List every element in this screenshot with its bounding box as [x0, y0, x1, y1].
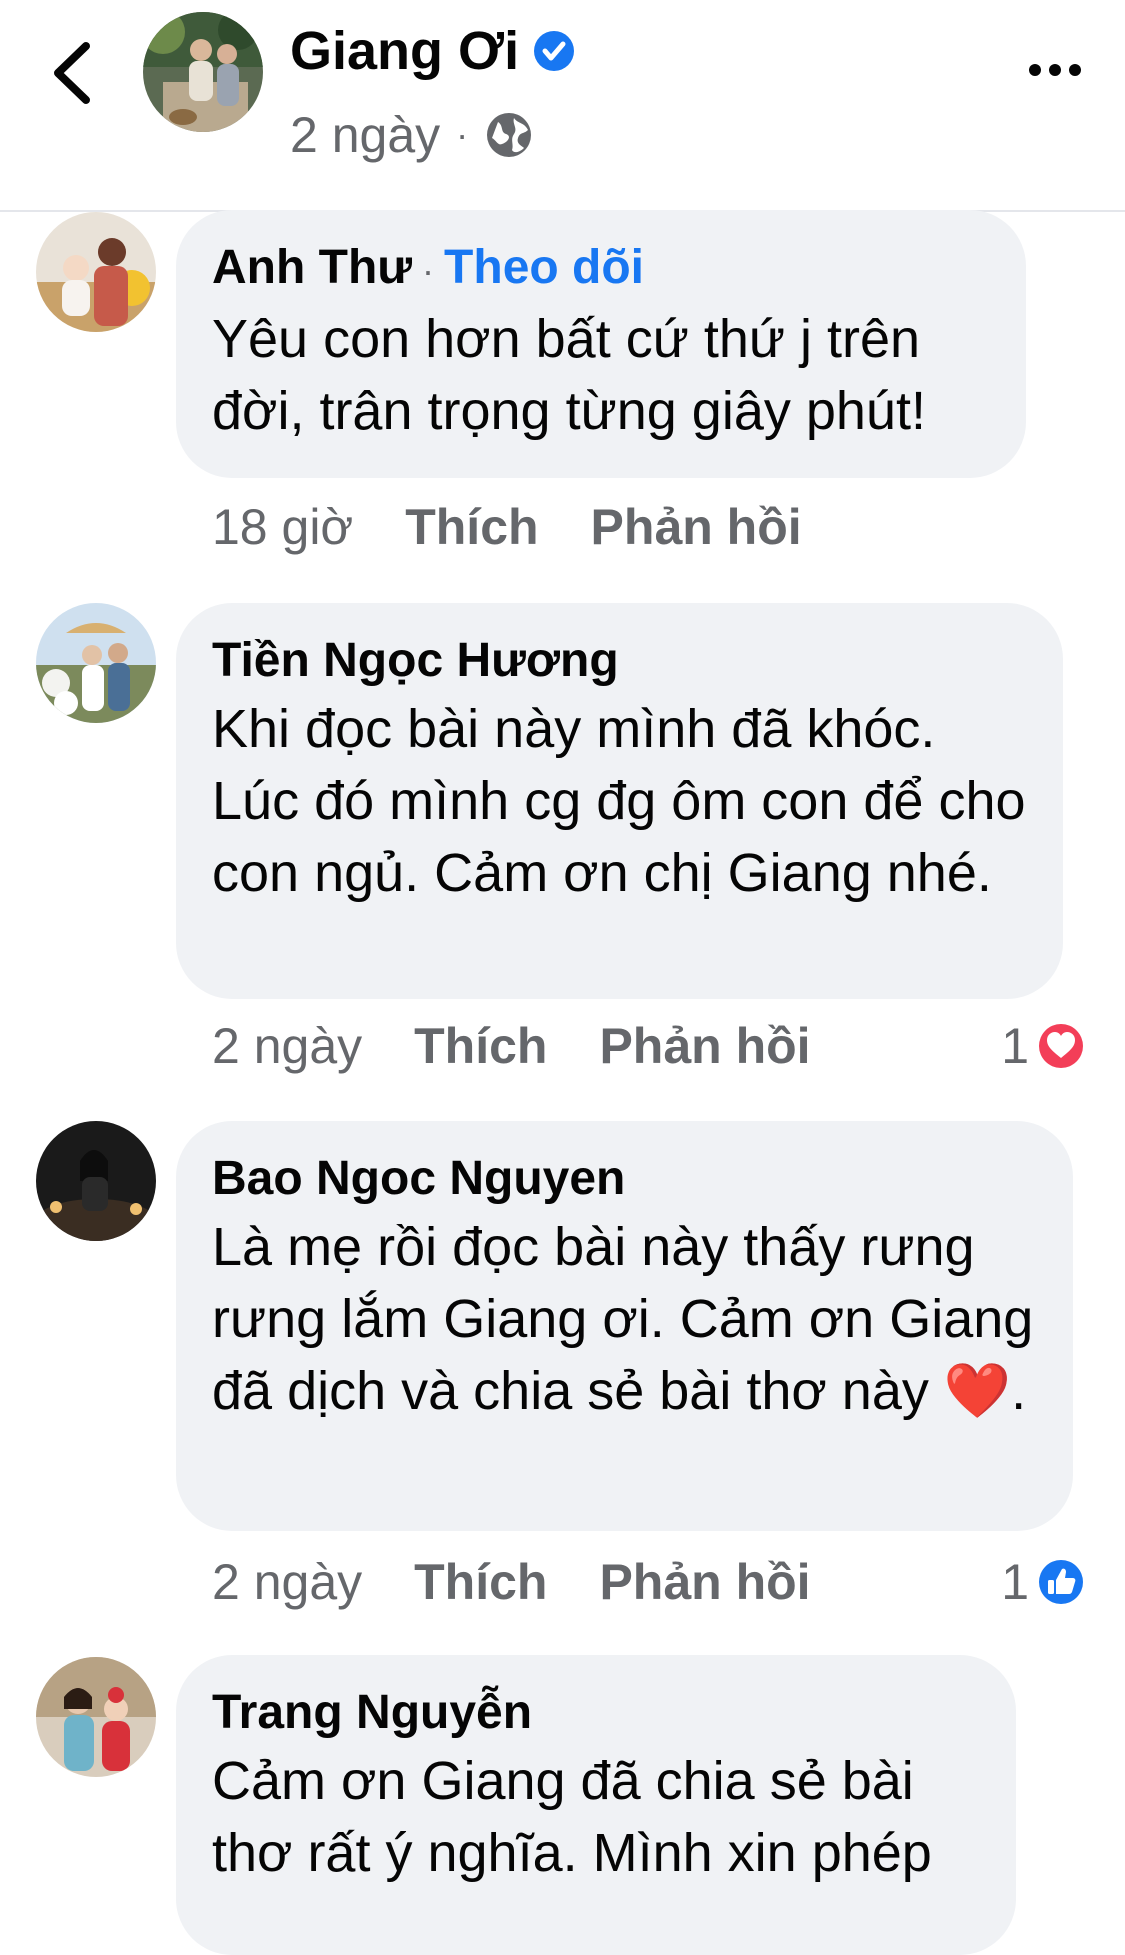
comment-bubble[interactable]: Anh Thư · Theo dõi Yêu con hơn bất cứ thứ … [176, 210, 1026, 478]
meta-separator: · [456, 114, 469, 155]
comment-time[interactable]: 2 ngày [212, 1553, 362, 1611]
comment-time[interactable]: 2 ngày [212, 1017, 362, 1075]
comment-actions: 2 ngày Thích Phản hồi [212, 1017, 863, 1075]
author-separator: · [422, 250, 435, 291]
reaction-summary[interactable]: 1 [1001, 1553, 1087, 1611]
comment-bubble[interactable]: Bao Ngoc Nguyen Là mẹ rồi đọc bài này th… [176, 1121, 1073, 1531]
comment-text: Cảm ơn Giang đã chia sẻ bài thơ rất ý ng… [212, 1751, 932, 1883]
comment-author[interactable]: Anh Thư [212, 241, 412, 294]
reaction-count: 1 [1001, 1554, 1029, 1610]
page-name-text[interactable]: Giang Ơi [290, 20, 519, 82]
comment-actions: 2 ngày Thích Phản hồi [212, 1553, 863, 1611]
comment-author[interactable]: Bao Ngoc Nguyen [212, 1147, 1037, 1211]
page-avatar[interactable] [143, 12, 263, 132]
commenter-avatar[interactable] [36, 603, 156, 723]
reply-button[interactable]: Phản hồi [599, 1017, 810, 1075]
verified-badge-icon [534, 31, 575, 71]
comment-bubble[interactable]: Tiền Ngọc Hương Khi đọc bài này mình đã … [176, 603, 1063, 999]
reaction-count: 1 [1001, 1018, 1029, 1074]
heart-reaction-icon [1036, 1021, 1086, 1071]
more-horizontal-icon[interactable] [1025, 50, 1085, 90]
comment-text: Là mẹ rồi đọc bài này thấy rưng rưng lắm… [212, 1217, 1034, 1421]
chevron-left-icon[interactable] [48, 40, 96, 106]
like-button[interactable]: Thích [414, 1017, 547, 1075]
comment-author-row: Anh Thư · Theo dõi [212, 236, 990, 303]
comment-time[interactable]: 18 giờ [212, 498, 353, 556]
follow-link[interactable]: Theo dõi [444, 241, 644, 294]
comment-bubble[interactable]: Trang Nguyễn Cảm ơn Giang đã chia sẻ bài… [176, 1655, 1016, 1955]
reply-button[interactable]: Phản hồi [591, 498, 802, 556]
post-time[interactable]: 2 ngày [290, 106, 440, 164]
page-name[interactable]: Giang Ơi [290, 20, 575, 82]
like-reaction-icon [1036, 1557, 1086, 1607]
like-button[interactable]: Thích [405, 498, 538, 556]
post-header: Giang Ơi 2 ngày · [0, 0, 1125, 212]
comment-author[interactable]: Tiền Ngọc Hương [212, 629, 1027, 693]
commenter-avatar[interactable] [36, 212, 156, 332]
reply-button[interactable]: Phản hồi [599, 1553, 810, 1611]
like-button[interactable]: Thích [414, 1553, 547, 1611]
post-meta: 2 ngày · [290, 106, 534, 164]
reaction-summary[interactable]: 1 [1001, 1017, 1087, 1075]
comment-actions: 18 giờ Thích Phản hồi [212, 498, 854, 556]
globe-icon [487, 113, 532, 157]
commenter-avatar[interactable] [36, 1121, 156, 1241]
commenter-avatar[interactable] [36, 1657, 156, 1777]
comment-author[interactable]: Trang Nguyễn [212, 1681, 980, 1745]
comment-text: Khi đọc bài này mình đã khóc. Lúc đó mìn… [212, 699, 1026, 903]
comment-text: Yêu con hơn bất cứ thứ j trên đời, trân … [212, 309, 926, 441]
